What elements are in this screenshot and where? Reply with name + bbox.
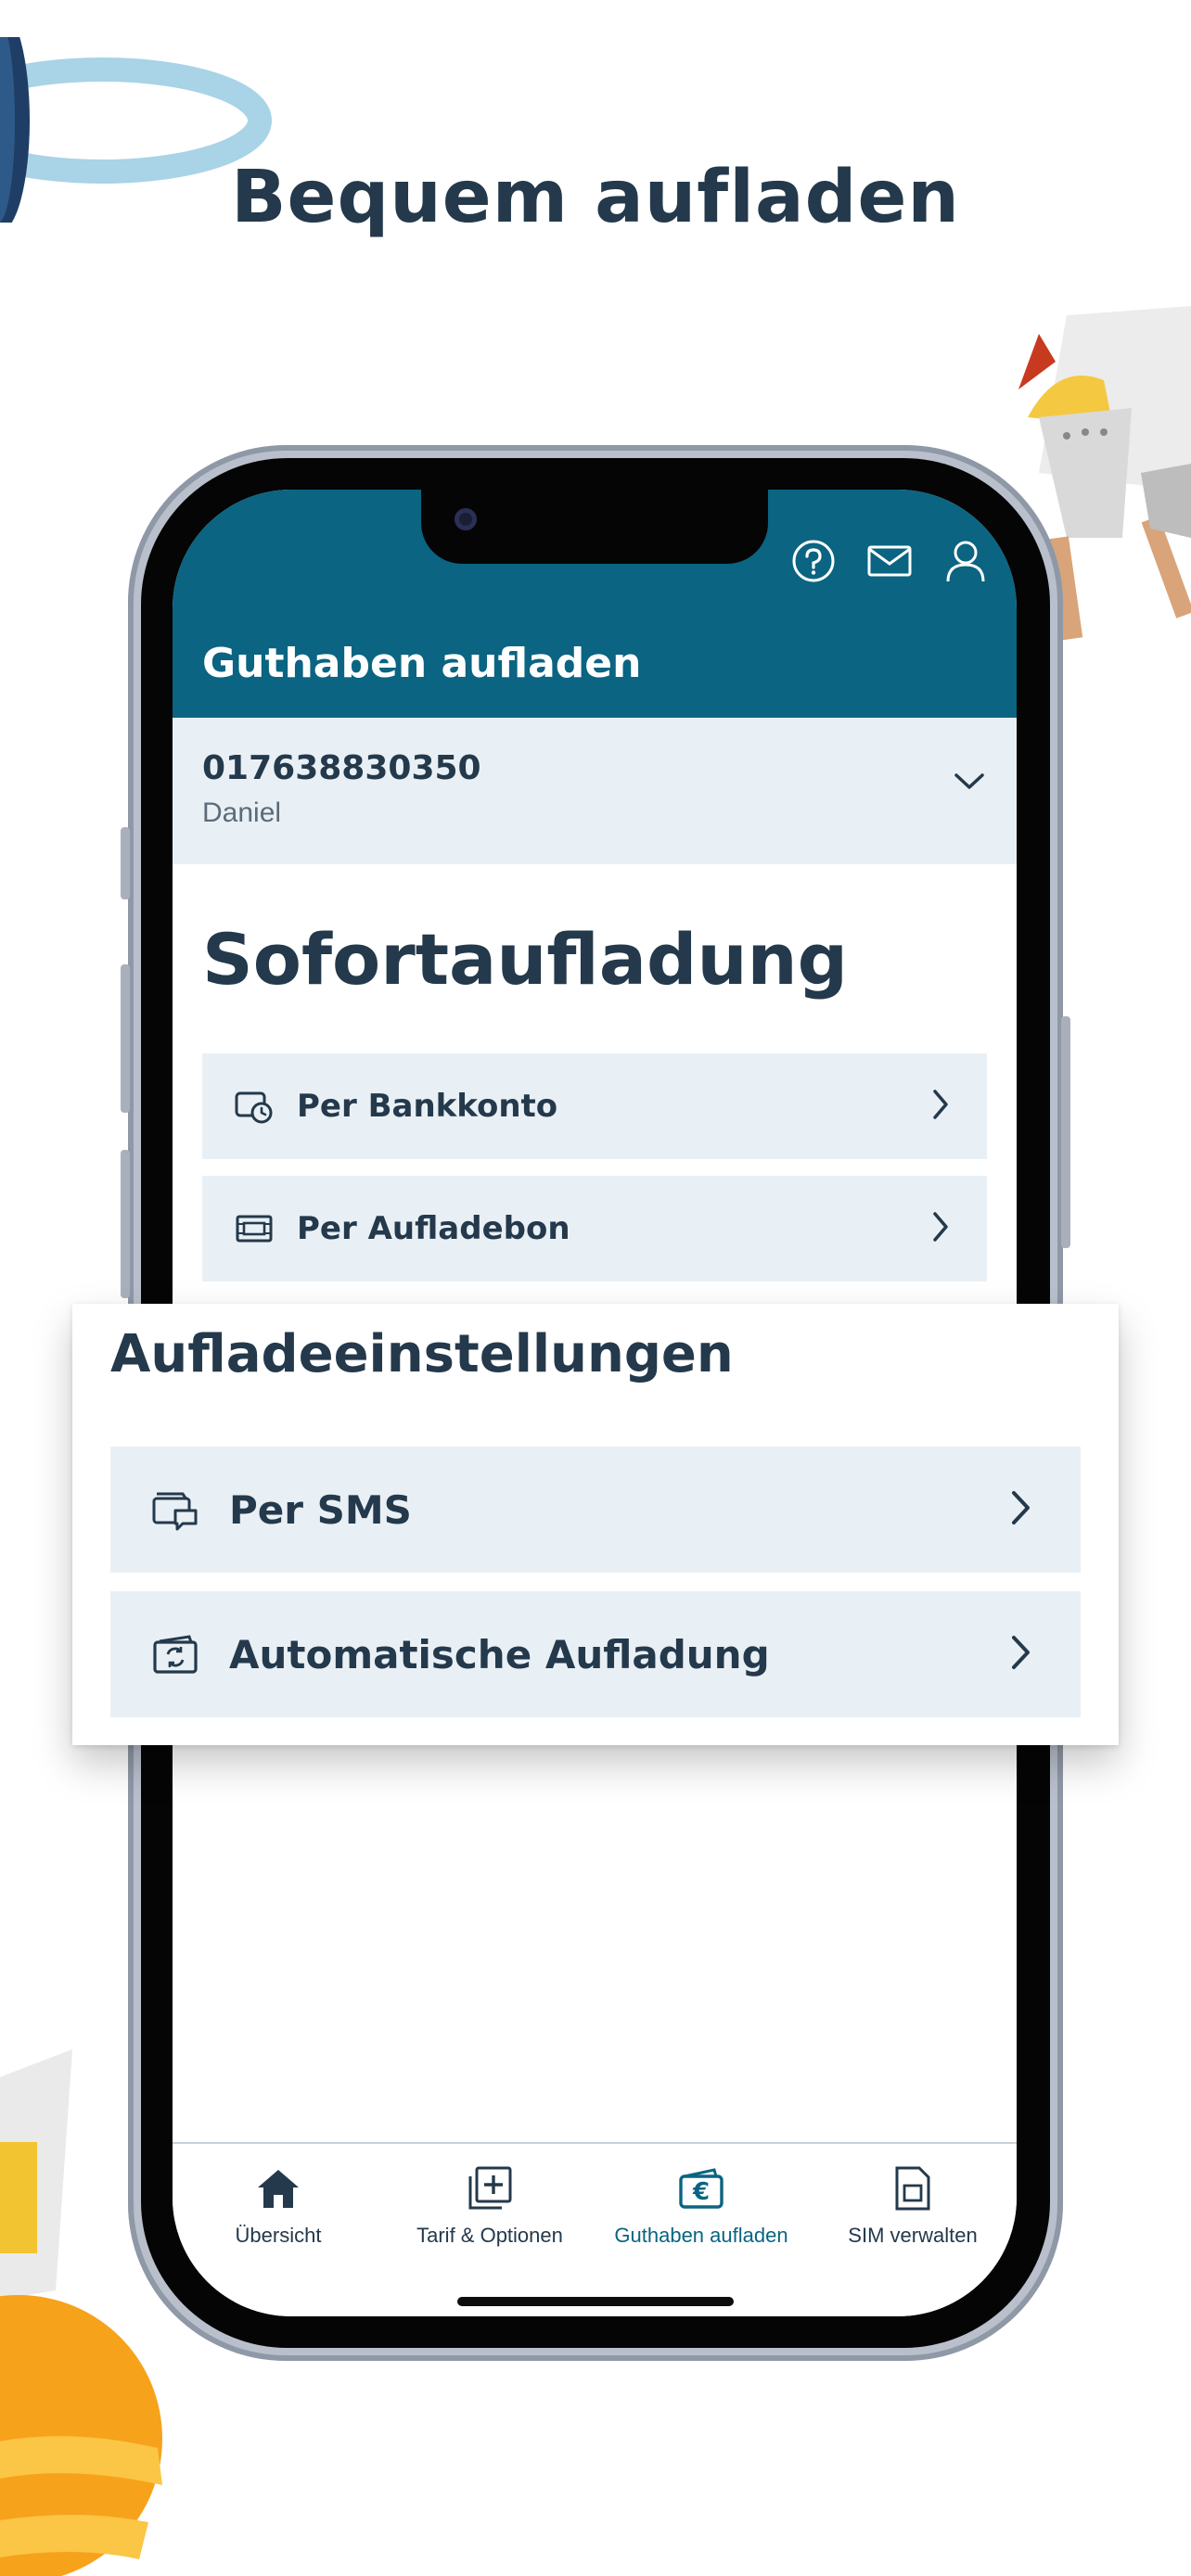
home-icon bbox=[173, 2162, 384, 2214]
option-per-sms[interactable]: Per SMS bbox=[110, 1447, 1081, 1573]
bank-clock-icon bbox=[234, 1086, 275, 1127]
mail-icon[interactable] bbox=[866, 538, 913, 584]
screen-title: Guthaben aufladen bbox=[202, 640, 642, 687]
account-selector[interactable]: 017638830350 Daniel bbox=[173, 718, 1017, 864]
phone-number: 017638830350 bbox=[202, 749, 481, 787]
chevron-right-icon bbox=[931, 1211, 950, 1247]
phone-volume-down-button bbox=[121, 1150, 130, 1298]
phone-camera bbox=[455, 508, 477, 530]
chevron-right-icon bbox=[1010, 1634, 1032, 1676]
user-icon[interactable] bbox=[942, 538, 989, 584]
option-per-aufladebon[interactable]: Per Aufladebon bbox=[202, 1176, 987, 1282]
nav-item-tarif-optionen[interactable]: Tarif & Optionen bbox=[384, 2162, 596, 2248]
promo-headline: Bequem aufladen bbox=[231, 156, 960, 239]
nav-label: Übersicht bbox=[235, 2224, 322, 2247]
home-indicator bbox=[457, 2297, 734, 2306]
phone-volume-up-button bbox=[121, 964, 130, 1113]
sms-card-icon bbox=[149, 1484, 201, 1536]
section-title-sofortaufladung: Sofortaufladung bbox=[202, 918, 849, 1001]
settings-card-title: Aufladeeinstellungen bbox=[110, 1324, 734, 1384]
help-icon[interactable] bbox=[790, 538, 837, 584]
option-label: Per SMS bbox=[229, 1486, 412, 1533]
voucher-icon bbox=[234, 1208, 275, 1249]
option-per-bankkonto[interactable]: Per Bankkonto bbox=[202, 1053, 987, 1159]
sim-card-icon bbox=[807, 2162, 1017, 2214]
chevron-right-icon bbox=[1010, 1489, 1032, 1531]
nav-label: SIM verwalten bbox=[848, 2224, 978, 2247]
option-label: Per Aufladebon bbox=[297, 1210, 570, 1247]
option-label: Per Bankkonto bbox=[297, 1088, 558, 1125]
auto-topup-icon bbox=[149, 1628, 201, 1680]
phone-power-button bbox=[1061, 1016, 1070, 1248]
nav-label: Guthaben aufladen bbox=[614, 2224, 788, 2247]
nav-item-uebersicht[interactable]: Übersicht bbox=[173, 2162, 384, 2248]
bottom-navigation: Übersicht Tarif & Optionen € Guthaben au… bbox=[173, 2142, 1017, 2316]
account-holder-name: Daniel bbox=[202, 797, 282, 828]
nav-label: Tarif & Optionen bbox=[416, 2224, 563, 2247]
nav-item-sim-verwalten[interactable]: SIM verwalten bbox=[807, 2162, 1017, 2248]
phone-side-button bbox=[121, 827, 130, 899]
option-label: Automatische Aufladung bbox=[229, 1631, 770, 1677]
option-automatische-aufladung[interactable]: Automatische Aufladung bbox=[110, 1591, 1081, 1717]
chevron-right-icon bbox=[931, 1089, 950, 1125]
nav-item-guthaben-aufladen[interactable]: € Guthaben aufladen bbox=[596, 2162, 807, 2248]
chevron-down-icon bbox=[954, 772, 985, 797]
add-square-icon bbox=[384, 2162, 596, 2214]
svg-text:€: € bbox=[692, 2178, 710, 2206]
wallet-euro-icon: € bbox=[596, 2162, 807, 2214]
settings-card: Aufladeeinstellungen Per SMS Automatisch… bbox=[72, 1304, 1119, 1745]
